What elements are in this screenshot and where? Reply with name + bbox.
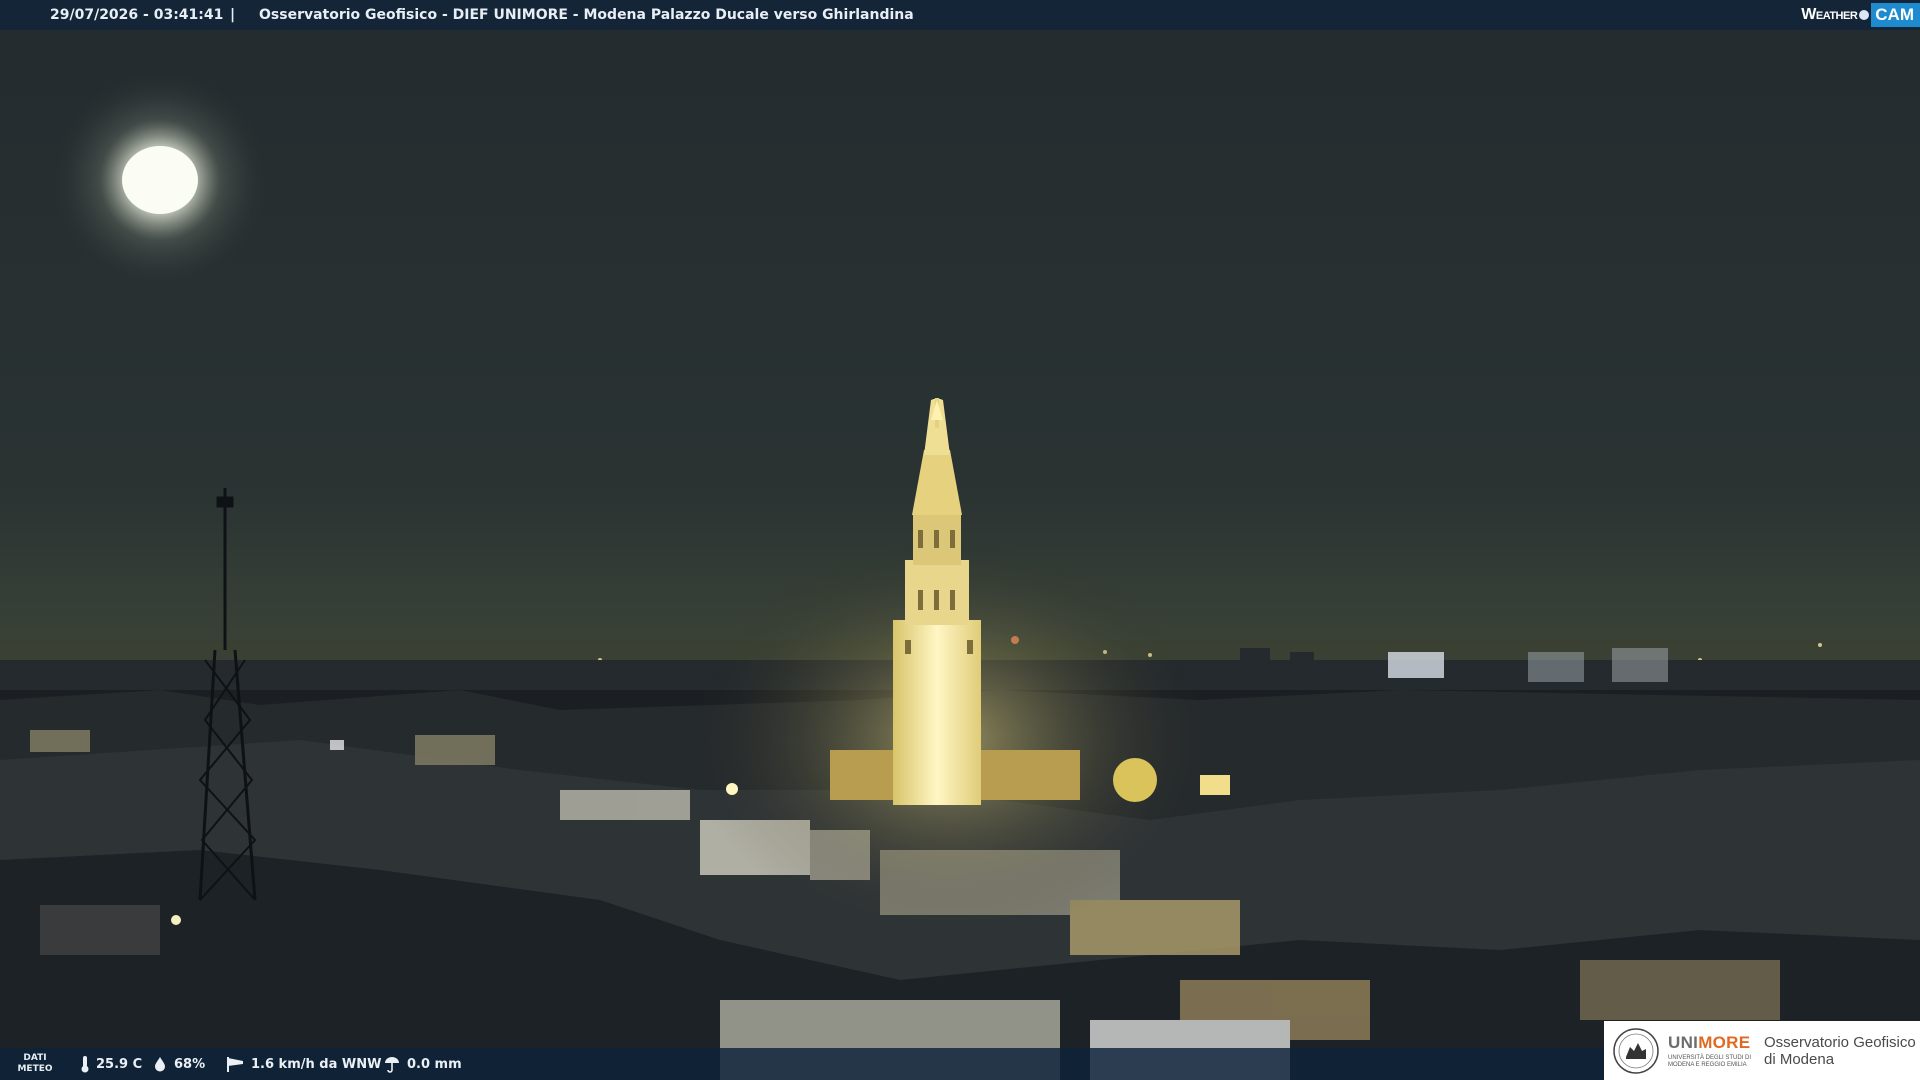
humidity-drop-icon [155,1057,165,1072]
distant-building-lit [1388,652,1444,678]
thermometer-icon [81,1056,89,1073]
unimore-logo-panel: UNIMORE UNIVERSITÀ DEGLI STUDI DI MODENA… [1604,1021,1920,1080]
wind-value: 1.6 km/h da WNW [251,1056,382,1072]
observatory-line1: Osservatorio Geofisico [1764,1033,1916,1051]
webcam-scene [0,0,1920,1080]
webcam-title: Osservatorio Geofisico - DIEF UNIMORE - … [259,7,914,23]
wind-sock-icon [227,1057,243,1072]
rain-reading: 0.0 mm [383,1048,462,1080]
observatory-line2: di Modena [1764,1050,1835,1068]
humidity-reading: 68% [152,1048,205,1080]
unimore-name-part2: MORE [1698,1032,1751,1052]
unimore-name-part1: UNI [1668,1032,1699,1052]
unimore-name: UNIMORE [1668,1033,1754,1053]
rain-value: 0.0 mm [407,1056,462,1072]
webcam-caption-bar: 29/07/2026 - 03:41:41 | Osservatorio Geo… [0,0,1920,30]
university-seal-icon [1613,1027,1659,1074]
weathercam-logo-weather: Weather [1801,6,1858,23]
dati-label: DATI [23,1053,47,1063]
humidity-value: 68% [174,1056,206,1072]
rain-gauge-icon [385,1057,399,1073]
temperature-value: 25.9 C [96,1056,143,1072]
weathercam-logo: Weather CAM [1801,0,1920,30]
temperature-reading: 25.9 C [80,1048,142,1080]
weathercam-logo-dot [1859,10,1870,20]
weathercam-logo-cam: CAM [1871,3,1920,27]
unimore-subtitle: UNIVERSITÀ DEGLI STUDI DI MODENA E REGGI… [1668,1054,1752,1068]
dati-meteo-label: DATI METEO [0,1048,70,1080]
unimore-wordmark: UNIMORE UNIVERSITÀ DEGLI STUDI DI MODENA… [1668,1033,1754,1069]
wind-reading: 1.6 km/h da WNW [225,1048,381,1080]
observatory-name: Osservatorio Geofisico di Modena [1764,1034,1916,1068]
caption-separator: | [230,7,236,23]
meteo-label: METEO [17,1064,53,1074]
timestamp: 29/07/2026 - 03:41:41 [50,7,224,23]
